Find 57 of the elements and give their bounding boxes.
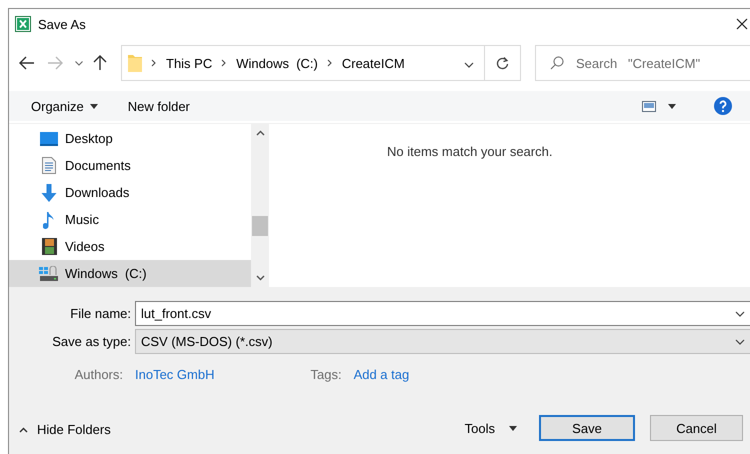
tags-label: Tags: (310, 366, 343, 382)
desktop-icon (40, 132, 58, 146)
spreadsheet-icon (15, 16, 31, 32)
film-strip-icon (42, 238, 56, 255)
window-title: Save As (38, 16, 86, 32)
field-label: Save as type: (51, 334, 132, 349)
add-tag-link[interactable]: Add a tag (354, 366, 410, 382)
close-icon[interactable] (736, 18, 748, 30)
caret-icon (509, 426, 517, 430)
scroll-up-icon[interactable] (256, 130, 264, 136)
document-icon (42, 157, 56, 174)
breadcrumb[interactable]: Windows (C:) (236, 56, 318, 70)
field-label: File name: (69, 306, 132, 321)
breadcrumb[interactable]: This PC (166, 56, 212, 70)
scrollbar[interactable] (251, 124, 269, 287)
address-bar[interactable]: This PC Windows (C:) CreateICM (121, 45, 521, 81)
chevron-right-icon (326, 59, 333, 67)
authors-label: Authors: (74, 366, 124, 382)
drive-icon (39, 266, 59, 282)
save-button[interactable]: Save (539, 415, 635, 441)
search-icon (550, 56, 564, 70)
nav-item[interactable]: Desktop (9, 125, 251, 152)
download-arrow-icon (41, 184, 57, 202)
up-arrow-icon[interactable] (93, 55, 107, 71)
nav-item[interactable]: Videos (9, 233, 251, 260)
back-arrow-icon[interactable] (19, 56, 35, 70)
music-note-icon (43, 210, 55, 228)
help-icon[interactable] (714, 97, 732, 115)
breadcrumb[interactable]: CreateICM (342, 56, 405, 70)
nav-item[interactable]: Documents (9, 152, 251, 179)
new-folder-button[interactable]: New folder (122, 94, 196, 118)
file-name-field[interactable]: lut_front.csv (135, 301, 750, 326)
refresh-icon[interactable] (496, 56, 509, 70)
chevron-right-icon (221, 59, 228, 67)
view-icon[interactable] (642, 100, 656, 112)
nav-item[interactable]: Windows (C:) (9, 260, 251, 287)
search-field[interactable]: Search "CreateICM" (535, 45, 750, 81)
dropdown-chevron-icon[interactable] (735, 310, 745, 316)
empty-message: No items match your search. (387, 144, 552, 159)
caret-icon (668, 104, 676, 108)
scroll-down-icon[interactable] (256, 275, 264, 281)
chevron-up-icon (19, 426, 28, 432)
scrollbar-thumb[interactable] (252, 216, 268, 236)
authors-value[interactable]: InoTec GmbH (135, 366, 214, 382)
cancel-button[interactable]: Cancel (650, 415, 743, 441)
dropdown-chevron-icon[interactable] (464, 62, 474, 68)
caret-icon (90, 104, 98, 108)
chevron-down-icon[interactable] (75, 60, 83, 66)
folder-icon (128, 54, 142, 72)
dropdown-chevron-icon[interactable] (735, 338, 745, 344)
file-type-dropdown[interactable]: CSV (MS-DOS) (*.csv) (135, 329, 750, 354)
nav-item[interactable]: Music (9, 206, 251, 233)
tools-button[interactable]: Tools (458, 420, 523, 436)
nav-item[interactable]: Downloads (9, 179, 251, 206)
hide-folders-button[interactable]: Hide Folders (9, 422, 111, 437)
chevron-right-icon (151, 59, 157, 67)
organize-button[interactable]: Organize (25, 94, 104, 118)
